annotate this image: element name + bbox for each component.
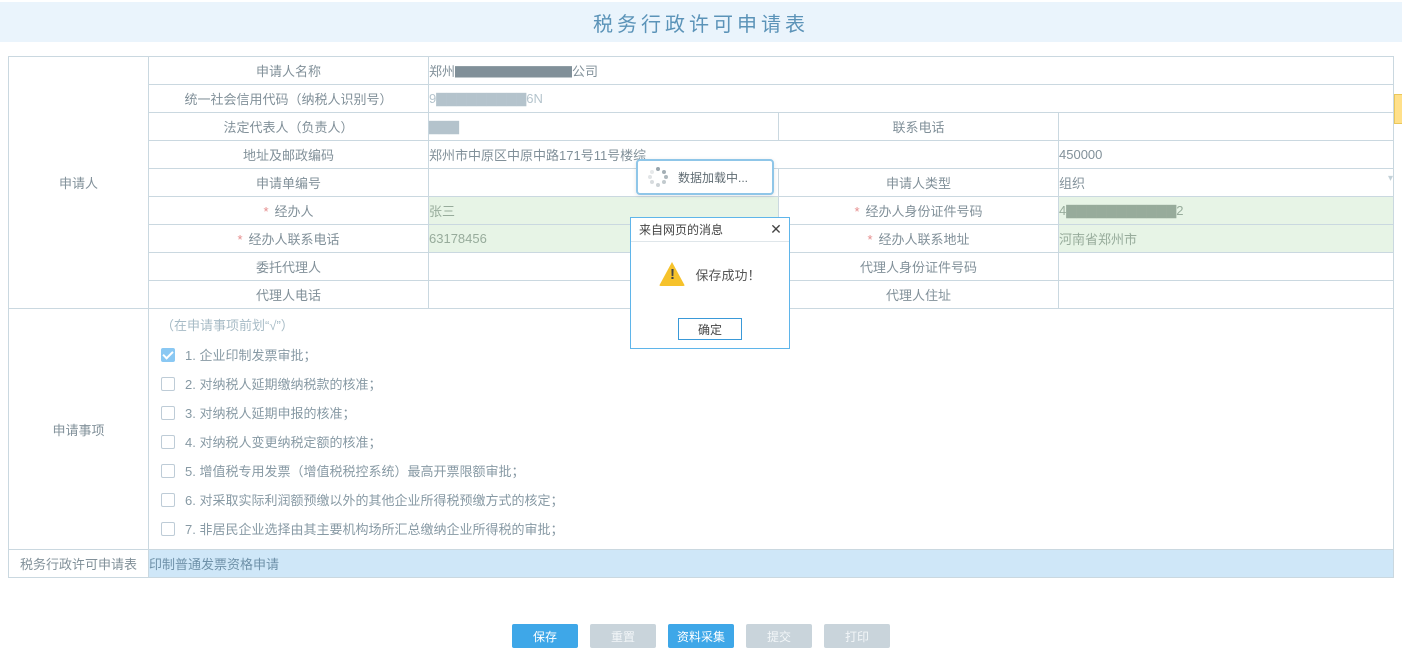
value-zip[interactable]: 450000 xyxy=(1059,141,1394,169)
matter-text: 6. 对采取实际利润额预缴以外的其他企业所得税预缴方式的核定； xyxy=(185,490,563,509)
value-operator-id[interactable]: 4▇▇▇▇▇▇▇▇▇▇▇2 xyxy=(1059,197,1394,225)
matter-item: 2. 对纳税人延期缴纳税款的核准； xyxy=(161,369,1381,398)
value-legal-rep[interactable]: ▇▇▇ xyxy=(429,113,779,141)
message-box-header[interactable]: 来自网页的消息 ✕ xyxy=(631,218,789,242)
page-title-bar: 税务行政许可申请表 xyxy=(0,2,1402,42)
value-operator-addr[interactable]: 河南省郑州市 xyxy=(1059,225,1394,253)
page-root: 税务行政许可申请表 申请人 申请人名称 郑州▇▇▇▇▇▇▇▇▇公司 统一社会信用… xyxy=(0,2,1402,664)
chevron-down-icon[interactable]: ▾ xyxy=(1388,173,1393,184)
footer-right-value[interactable]: 印制普通发票资格申请 xyxy=(149,550,1394,578)
value-agent-addr[interactable] xyxy=(1059,281,1394,309)
ok-button[interactable]: 确定 xyxy=(678,318,742,340)
matter-text: 4. 对纳税人变更纳税定额的核准； xyxy=(185,432,381,451)
matter-checkbox[interactable] xyxy=(161,493,175,507)
label-phone: 联系电话 xyxy=(779,113,1059,141)
matter-item: 7. 非居民企业选择由其主要机构场所汇总缴纳企业所得税的审批； xyxy=(161,514,1381,543)
label-tax-id: 统一社会信用代码（纳税人识别号） xyxy=(149,85,429,113)
loading-text: 数据加载中... xyxy=(678,169,748,186)
matter-item: 5. 增值税专用发票（增值税税控系统）最高开票限额审批； xyxy=(161,456,1381,485)
warning-icon: ! xyxy=(659,262,685,286)
matter-text: 1. 企业印制发票审批； xyxy=(185,345,316,364)
section-applicant: 申请人 xyxy=(9,57,149,309)
matter-item: 6. 对采取实际利润额预缴以外的其他企业所得税预缴方式的核定； xyxy=(161,485,1381,514)
message-box-footer: 确定 xyxy=(631,310,789,348)
label-agent-id: 代理人身份证件号码 xyxy=(779,253,1059,281)
matter-text: 3. 对纳税人延期申报的核准； xyxy=(185,403,355,422)
matter-item: 4. 对纳税人变更纳税定额的核准； xyxy=(161,427,1381,456)
footer-left-label: 税务行政许可申请表 xyxy=(9,550,149,578)
value-agent-id[interactable] xyxy=(1059,253,1394,281)
matter-checkbox[interactable] xyxy=(161,406,175,420)
side-tab-handle[interactable] xyxy=(1394,94,1402,124)
reset-button[interactable]: 重置 xyxy=(590,624,656,648)
value-applicant-type[interactable]: 组织 ▾ xyxy=(1059,169,1394,197)
save-button[interactable]: 保存 xyxy=(512,624,578,648)
message-box-body: ! 保存成功！ xyxy=(631,242,789,310)
label-agent: 委托代理人 xyxy=(149,253,429,281)
label-applicant-name: 申请人名称 xyxy=(149,57,429,85)
matter-text: 5. 增值税专用发票（增值税税控系统）最高开票限额审批； xyxy=(185,461,524,480)
section-matters: 申请事项 xyxy=(9,309,149,550)
matter-checkbox[interactable] xyxy=(161,464,175,478)
value-phone[interactable] xyxy=(1059,113,1394,141)
label-applicant-type: 申请人类型 xyxy=(779,169,1059,197)
message-box: 来自网页的消息 ✕ ! 保存成功！ 确定 xyxy=(630,217,790,349)
value-tax-id[interactable]: 9▇▇▇▇▇▇▇▇▇6N xyxy=(429,85,1394,113)
submit-button[interactable]: 提交 xyxy=(746,624,812,648)
message-box-text: 保存成功！ xyxy=(695,265,760,284)
label-operator-id: 经办人身份证件号码 xyxy=(779,197,1059,225)
matter-text: 7. 非居民企业选择由其主要机构场所汇总缴纳企业所得税的审批； xyxy=(185,519,563,538)
spinner-icon xyxy=(648,167,668,187)
button-bar: 保存 重置 资料采集 提交 打印 xyxy=(0,624,1402,648)
label-legal-rep: 法定代表人（负责人） xyxy=(149,113,429,141)
label-agent-phone: 代理人电话 xyxy=(149,281,429,309)
collect-button[interactable]: 资料采集 xyxy=(668,624,734,648)
matter-text: 2. 对纳税人延期缴纳税款的核准； xyxy=(185,374,381,393)
label-operator: 经办人 xyxy=(149,197,429,225)
label-operator-addr: 经办人联系地址 xyxy=(779,225,1059,253)
value-applicant-name[interactable]: 郑州▇▇▇▇▇▇▇▇▇公司 xyxy=(429,57,1394,85)
matter-checkbox[interactable] xyxy=(161,348,175,362)
label-app-no: 申请单编号 xyxy=(149,169,429,197)
matter-checkbox[interactable] xyxy=(161,377,175,391)
matter-checkbox[interactable] xyxy=(161,435,175,449)
close-icon[interactable]: ✕ xyxy=(769,223,783,237)
print-button[interactable]: 打印 xyxy=(824,624,890,648)
label-operator-phone: 经办人联系电话 xyxy=(149,225,429,253)
page-title: 税务行政许可申请表 xyxy=(593,8,809,37)
matter-item: 3. 对纳税人延期申报的核准； xyxy=(161,398,1381,427)
matter-checkbox[interactable] xyxy=(161,522,175,536)
loading-indicator: 数据加载中... xyxy=(636,159,774,195)
message-box-title: 来自网页的消息 xyxy=(639,221,723,238)
applicant-type-text: 组织 xyxy=(1059,176,1085,191)
label-addr-zip: 地址及邮政编码 xyxy=(149,141,429,169)
label-agent-addr: 代理人住址 xyxy=(779,281,1059,309)
